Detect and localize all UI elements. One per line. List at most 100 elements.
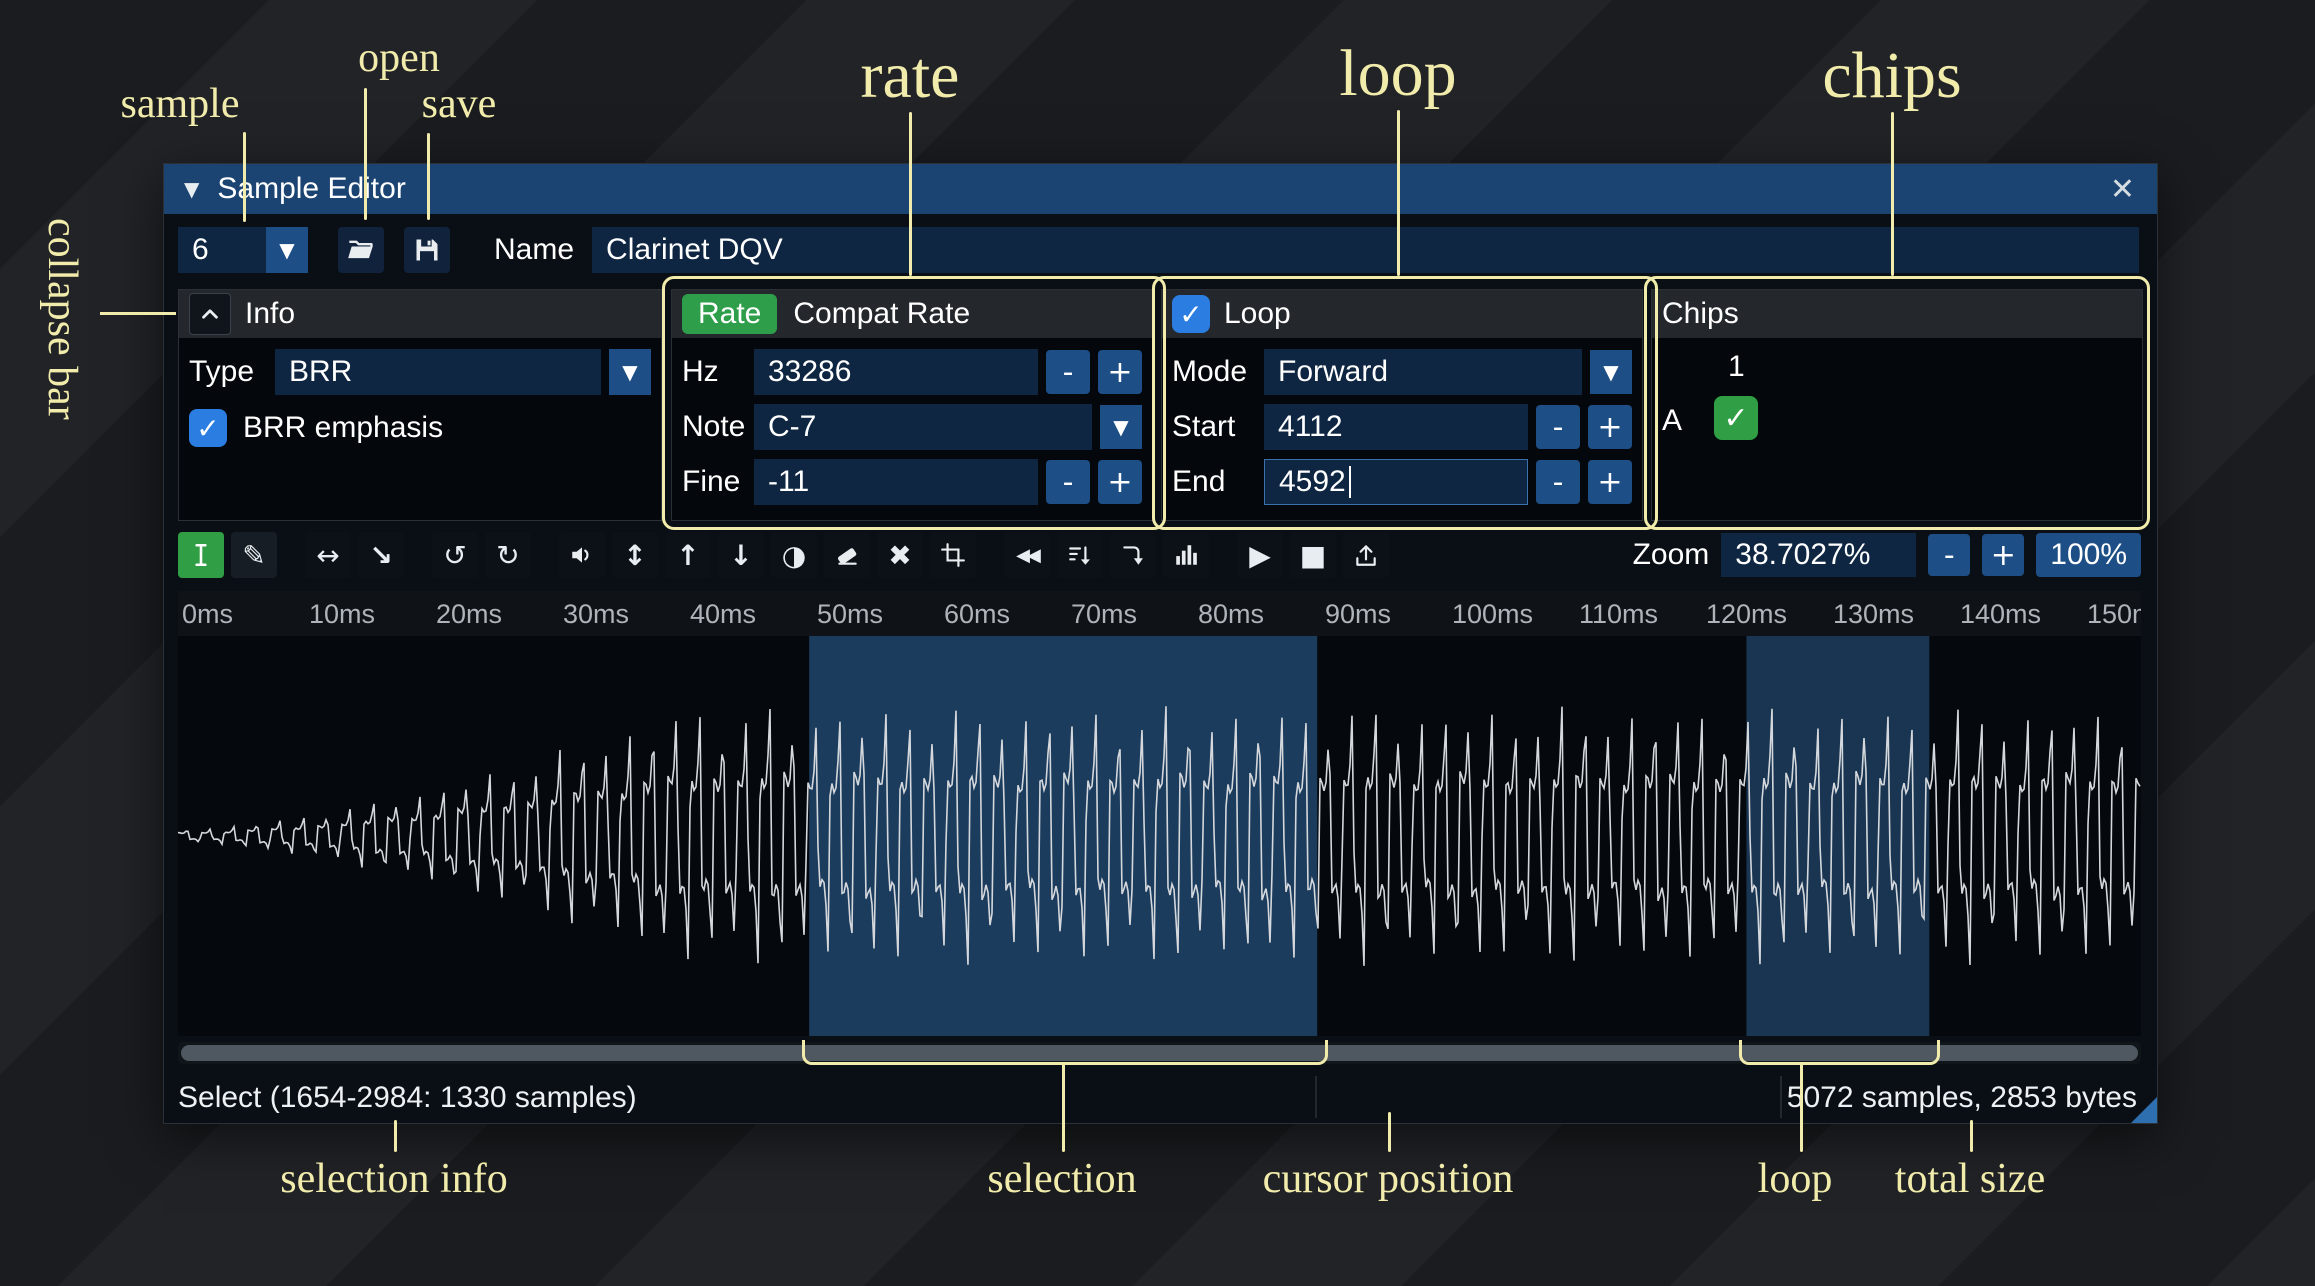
fade-out-button[interactable]: ↓ bbox=[718, 532, 764, 578]
silence-button[interactable] bbox=[824, 532, 870, 578]
invert-button[interactable]: ◑ bbox=[771, 532, 817, 578]
chevron-down-icon[interactable]: ▼ bbox=[1590, 350, 1632, 394]
undo-button[interactable]: ↺ bbox=[432, 532, 478, 578]
scrollbar-thumb[interactable] bbox=[181, 1045, 2138, 1061]
loop-start-label: Start bbox=[1172, 410, 1236, 443]
rate-body: Hz 33286 - + Note C-7 ▼ Fine -11 - + bbox=[672, 338, 1152, 520]
end-minus-button[interactable]: - bbox=[1536, 460, 1580, 504]
end-plus-button[interactable]: + bbox=[1588, 460, 1632, 504]
annotation-selection-info: selection info bbox=[280, 1156, 508, 1202]
select-tool-button[interactable] bbox=[178, 532, 224, 578]
loop-body: Mode Forward ▼ Start 4112 - + End 4592 - bbox=[1162, 338, 1642, 520]
callout-line-chips bbox=[1891, 112, 1894, 276]
downsample-button[interactable] bbox=[1057, 532, 1103, 578]
waveform-scrollbar[interactable] bbox=[178, 1042, 2141, 1064]
play-button[interactable]: ▶ bbox=[1237, 532, 1283, 578]
mode-select-value[interactable]: Forward bbox=[1264, 349, 1582, 395]
upload-icon bbox=[1353, 542, 1379, 568]
ruler-label: 40ms bbox=[690, 599, 757, 629]
titlebar[interactable]: ▼ Sample Editor ✕ bbox=[164, 164, 2157, 214]
stop-icon: ■ bbox=[1299, 538, 1327, 572]
type-select-value[interactable]: BRR bbox=[275, 349, 601, 395]
ruler-label: 80ms bbox=[1198, 599, 1265, 629]
ibeam-cursor-icon bbox=[188, 542, 214, 568]
info-panel: Info Type BRR ▼ ✓ BRR emphasis bbox=[178, 289, 662, 521]
annotation-save: save bbox=[421, 81, 497, 127]
note-label: Note bbox=[682, 410, 746, 443]
draw-tool-button[interactable]: ✎ bbox=[231, 532, 277, 578]
zoom-in-button[interactable]: + bbox=[1982, 534, 2025, 576]
loop-start-input[interactable]: 4112 bbox=[1264, 404, 1528, 450]
filter-button[interactable] bbox=[1163, 532, 1209, 578]
callout-line-cursor-position bbox=[1388, 1112, 1391, 1152]
corner-arrow-icon bbox=[1120, 542, 1146, 568]
hz-minus-button[interactable]: - bbox=[1046, 350, 1090, 394]
ruler-label: 50ms bbox=[817, 599, 884, 629]
folder-open-icon bbox=[347, 236, 375, 264]
text-caret bbox=[1348, 466, 1351, 498]
brr-emphasis-checkbox[interactable]: ✓ bbox=[189, 409, 227, 447]
name-label: Name bbox=[494, 233, 575, 266]
chevron-down-icon[interactable]: ▼ bbox=[266, 227, 308, 273]
reverse-button[interactable]: ◀◀ bbox=[1004, 532, 1050, 578]
annotation-cursor-position: cursor position bbox=[1262, 1156, 1514, 1202]
open-sample-button[interactable] bbox=[338, 227, 384, 273]
resize-button[interactable]: ↔ bbox=[305, 532, 351, 578]
export-button[interactable] bbox=[1343, 532, 1389, 578]
window-collapse-icon[interactable]: ▼ bbox=[184, 177, 199, 201]
fine-input[interactable]: -11 bbox=[754, 459, 1038, 505]
chevron-down-icon[interactable]: ▼ bbox=[609, 349, 651, 395]
fine-minus-button[interactable]: - bbox=[1046, 460, 1090, 504]
close-icon[interactable]: ✕ bbox=[2110, 172, 2135, 207]
chip-row-label: A bbox=[1662, 404, 1683, 437]
resize-grip[interactable] bbox=[2131, 1097, 2157, 1123]
note-select-value[interactable]: C-7 bbox=[754, 404, 1092, 450]
loop-header-label: Loop bbox=[1224, 297, 1291, 330]
amplify-button[interactable] bbox=[559, 532, 605, 578]
redo-button[interactable]: ↻ bbox=[485, 532, 531, 578]
eraser-icon bbox=[834, 542, 860, 568]
insert-point-button[interactable] bbox=[1110, 532, 1156, 578]
zoom-controls: Zoom 38.7027% - + 100% bbox=[1633, 533, 2141, 577]
sample-select-value[interactable]: 6 bbox=[178, 227, 266, 273]
zoom-out-button[interactable]: - bbox=[1928, 534, 1971, 576]
redo-icon: ↻ bbox=[496, 538, 520, 572]
fade-in-button[interactable]: ↑ bbox=[665, 532, 711, 578]
rate-badge[interactable]: Rate bbox=[682, 294, 778, 334]
hz-input[interactable]: 33286 bbox=[754, 349, 1038, 395]
waveform-canvas[interactable] bbox=[178, 636, 2141, 1036]
sample-select[interactable]: 6 ▼ bbox=[178, 227, 308, 273]
sample-toolbar: ✎ ↔ ↘ ↺ ↻ ↕ ↑ ↓ ◑ ✖ ◀◀ ▶ ■ Zoom 38.7027%… bbox=[178, 529, 2141, 581]
chip-enable-checkbox[interactable]: ✓ bbox=[1714, 396, 1758, 440]
callout-line-open bbox=[364, 88, 367, 220]
arrow-down-icon: ↓ bbox=[729, 538, 753, 572]
stop-button[interactable]: ■ bbox=[1290, 532, 1336, 578]
zoom-input[interactable]: 38.7027% bbox=[1721, 533, 1917, 577]
zoom-reset-button[interactable]: 100% bbox=[2036, 533, 2141, 577]
resample-button[interactable]: ↘ bbox=[358, 532, 404, 578]
normalize-button[interactable]: ↕ bbox=[612, 532, 658, 578]
name-input[interactable]: Clarinet DQV bbox=[592, 227, 2139, 273]
ruler-label: 70ms bbox=[1071, 599, 1138, 629]
loop-end-input[interactable]: 4592 bbox=[1264, 459, 1528, 505]
speaker-icon bbox=[569, 542, 595, 568]
annotation-collapse-bar: collapse bar bbox=[39, 218, 85, 420]
info-body: Type BRR ▼ ✓ BRR emphasis bbox=[179, 338, 661, 520]
waveform-view[interactable] bbox=[178, 636, 2141, 1036]
start-plus-button[interactable]: + bbox=[1588, 405, 1632, 449]
rate-panel: Rate Compat Rate Hz 33286 - + Note C-7 ▼… bbox=[671, 289, 1153, 521]
loop-checkbox[interactable]: ✓ bbox=[1172, 295, 1210, 333]
status-separator bbox=[1315, 1076, 1317, 1118]
hz-plus-button[interactable]: + bbox=[1098, 350, 1142, 394]
save-sample-button[interactable] bbox=[404, 227, 450, 273]
collapse-bar-button[interactable] bbox=[189, 293, 231, 335]
trim-button[interactable] bbox=[930, 532, 976, 578]
chevron-down-icon[interactable]: ▼ bbox=[1100, 405, 1142, 449]
delete-button[interactable]: ✖ bbox=[877, 532, 923, 578]
timeline-ruler[interactable]: 0ms 10ms 20ms 30ms 40ms 50ms 60ms 70ms 80ms 90ms 1… bbox=[178, 591, 2141, 636]
callout-line-selection bbox=[1062, 1064, 1065, 1152]
callout-line-save bbox=[427, 133, 430, 220]
fine-plus-button[interactable]: + bbox=[1098, 460, 1142, 504]
start-minus-button[interactable]: - bbox=[1536, 405, 1580, 449]
zoom-label: Zoom bbox=[1632, 538, 1710, 571]
